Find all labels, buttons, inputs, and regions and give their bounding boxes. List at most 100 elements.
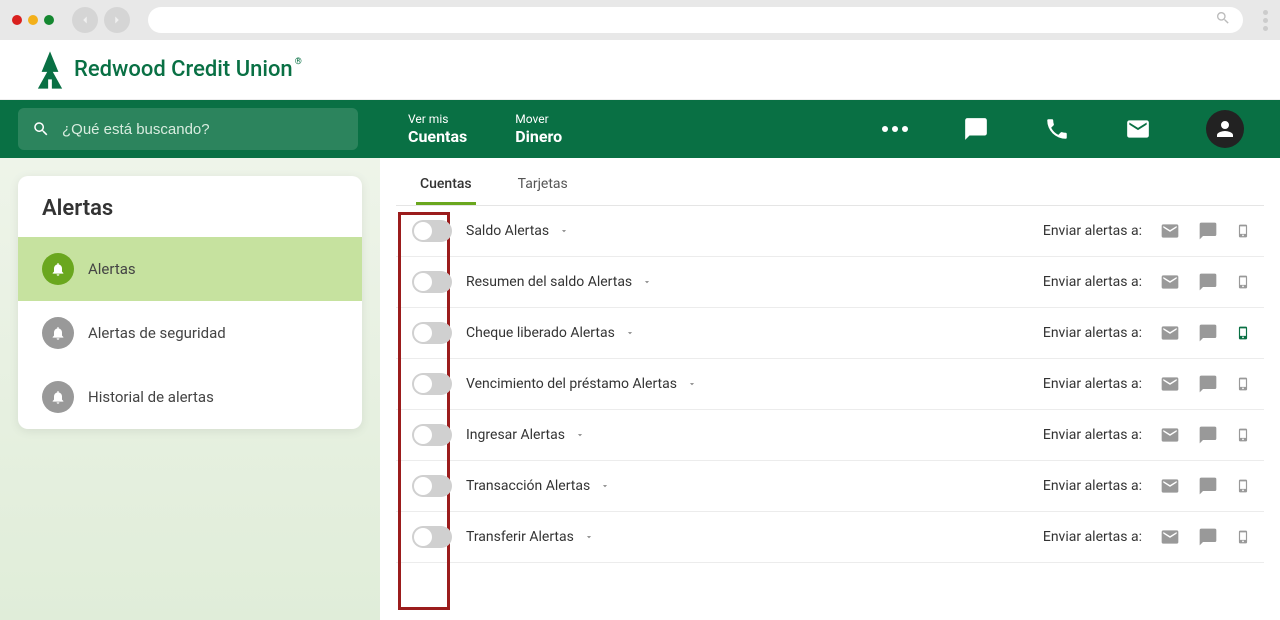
mobile-icon[interactable]	[1236, 374, 1250, 394]
alert-row-2: Cheque liberado Alertas Enviar alertas a…	[396, 308, 1264, 359]
mail-icon[interactable]	[1160, 323, 1180, 343]
nav-big-label: Cuentas	[408, 127, 467, 146]
mobile-icon[interactable]	[1236, 221, 1250, 241]
alert-label-text: Transacción Alertas	[466, 478, 590, 494]
sidebar-item-2[interactable]: Historial de alertas	[18, 365, 362, 429]
mail-icon[interactable]	[1125, 116, 1151, 142]
send-to-label: Enviar alertas a:	[1043, 223, 1142, 239]
channel-icons	[1160, 527, 1256, 547]
sidebar-item-label: Historial de alertas	[88, 388, 214, 406]
alert-toggle[interactable]	[412, 271, 452, 293]
alert-label[interactable]: Cheque liberado Alertas	[466, 325, 635, 341]
mail-icon[interactable]	[1160, 425, 1180, 445]
alert-toggle[interactable]	[412, 475, 452, 497]
send-to-label: Enviar alertas a:	[1043, 427, 1142, 443]
mobile-icon[interactable]	[1236, 476, 1250, 496]
url-bar[interactable]	[148, 7, 1243, 33]
mail-icon[interactable]	[1160, 221, 1180, 241]
nav-accounts[interactable]: Ver mis Cuentas	[408, 112, 467, 146]
sidebar-item-1[interactable]: Alertas de seguridad	[18, 301, 362, 365]
channel-icons	[1160, 323, 1256, 343]
search-box[interactable]	[18, 108, 358, 150]
nav-items: Ver mis Cuentas Mover Dinero	[408, 112, 562, 146]
sidebar-title: Alertas	[18, 176, 362, 237]
alert-row-4: Ingresar Alertas Enviar alertas a:	[396, 410, 1264, 461]
alert-label-text: Saldo Alertas	[466, 223, 549, 239]
chat-icon[interactable]	[1198, 527, 1218, 547]
bell-icon	[42, 381, 74, 413]
mail-icon[interactable]	[1160, 374, 1180, 394]
alert-label[interactable]: Transacción Alertas	[466, 478, 610, 494]
alert-toggle[interactable]	[412, 220, 452, 242]
alerts-list: Saldo Alertas Enviar alertas a: Resumen …	[396, 206, 1264, 563]
mail-icon[interactable]	[1160, 527, 1180, 547]
mobile-icon[interactable]	[1236, 527, 1250, 547]
sidebar: Alertas Alertas Alertas de seguridad Histo…	[18, 176, 362, 429]
alert-label[interactable]: Ingresar Alertas	[466, 427, 585, 443]
main-nav: Ver mis Cuentas Mover Dinero	[0, 100, 1280, 158]
maximize-window-dot[interactable]	[44, 15, 54, 25]
alert-label[interactable]: Saldo Alertas	[466, 223, 569, 239]
channel-icons	[1160, 476, 1256, 496]
search-input[interactable]	[62, 121, 344, 138]
channel-icons	[1160, 221, 1256, 241]
alert-label-text: Vencimiento del préstamo Alertas	[466, 376, 677, 392]
logo[interactable]: Redwood Credit Union®	[36, 50, 302, 90]
mail-icon[interactable]	[1160, 272, 1180, 292]
browser-menu[interactable]	[1263, 10, 1268, 31]
alert-toggle[interactable]	[412, 373, 452, 395]
mobile-icon[interactable]	[1236, 425, 1250, 445]
nav-small-label: Mover	[515, 112, 562, 126]
tabs: Cuentas Tarjetas	[396, 158, 1264, 206]
back-button[interactable]	[72, 7, 98, 33]
chat-icon[interactable]	[1198, 272, 1218, 292]
alert-toggle[interactable]	[412, 526, 452, 548]
close-window-dot[interactable]	[12, 15, 22, 25]
window-controls	[12, 15, 54, 25]
chat-icon[interactable]	[1198, 221, 1218, 241]
browser-nav-arrows	[72, 7, 130, 33]
alert-label[interactable]: Resumen del saldo Alertas	[466, 274, 652, 290]
tab-cuentas[interactable]: Cuentas	[416, 168, 476, 205]
person-icon	[1213, 117, 1237, 141]
browser-chrome	[0, 0, 1280, 40]
chat-icon[interactable]	[963, 116, 989, 142]
channel-icons	[1160, 272, 1256, 292]
alert-row-0: Saldo Alertas Enviar alertas a:	[396, 206, 1264, 257]
chat-icon[interactable]	[1198, 425, 1218, 445]
mobile-icon[interactable]	[1236, 272, 1250, 292]
content: Cuentas Tarjetas Saldo Alertas Enviar ale…	[380, 158, 1280, 620]
more-icon[interactable]	[882, 126, 908, 132]
alert-label-text: Ingresar Alertas	[466, 427, 565, 443]
bell-icon	[42, 253, 74, 285]
chat-icon[interactable]	[1198, 374, 1218, 394]
alert-row-3: Vencimiento del préstamo Alertas Enviar …	[396, 359, 1264, 410]
channel-icons	[1160, 374, 1256, 394]
alert-toggle[interactable]	[412, 424, 452, 446]
chevron-down-icon	[559, 226, 569, 236]
sidebar-item-label: Alertas de seguridad	[88, 324, 226, 342]
alert-row-1: Resumen del saldo Alertas Enviar alertas…	[396, 257, 1264, 308]
sidebar-item-0[interactable]: Alertas	[18, 237, 362, 301]
tab-tarjetas[interactable]: Tarjetas	[514, 168, 572, 205]
mail-icon[interactable]	[1160, 476, 1180, 496]
nav-small-label: Ver mis	[408, 112, 467, 126]
chevron-down-icon	[600, 481, 610, 491]
channel-icons	[1160, 425, 1256, 445]
mobile-icon[interactable]	[1236, 323, 1250, 343]
minimize-window-dot[interactable]	[28, 15, 38, 25]
alert-toggle[interactable]	[412, 322, 452, 344]
alert-label[interactable]: Transferir Alertas	[466, 529, 594, 545]
chat-icon[interactable]	[1198, 476, 1218, 496]
avatar[interactable]	[1206, 110, 1244, 148]
forward-button[interactable]	[104, 7, 130, 33]
nav-move-money[interactable]: Mover Dinero	[515, 112, 562, 146]
chat-icon[interactable]	[1198, 323, 1218, 343]
chevron-down-icon	[642, 277, 652, 287]
search-icon	[32, 120, 50, 138]
alert-label[interactable]: Vencimiento del préstamo Alertas	[466, 376, 697, 392]
phone-icon[interactable]	[1044, 116, 1070, 142]
chevron-down-icon	[575, 430, 585, 440]
alert-label-text: Resumen del saldo Alertas	[466, 274, 632, 290]
send-to-label: Enviar alertas a:	[1043, 529, 1142, 545]
